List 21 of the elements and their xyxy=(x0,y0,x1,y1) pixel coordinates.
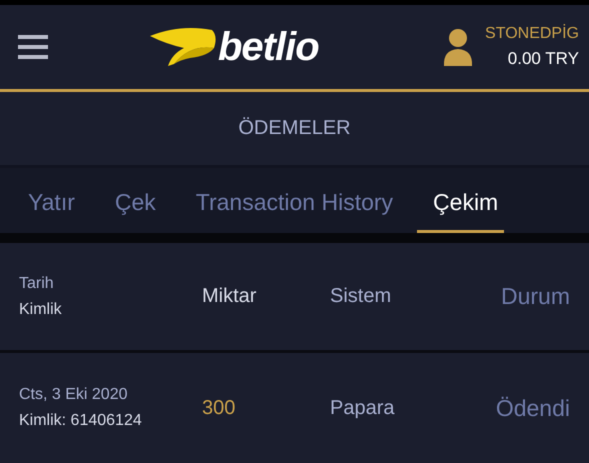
table-cell-text: Papara xyxy=(330,396,396,420)
column-header: Kimlik xyxy=(19,300,63,318)
column-header: Durum xyxy=(500,283,570,310)
table-cell: Ödendi xyxy=(496,394,570,422)
logo-text: betlio xyxy=(218,24,319,70)
balance: 0.00 TRY xyxy=(508,49,579,69)
page-title: ÖDEMELER xyxy=(238,117,351,140)
tab[interactable]: Çekim xyxy=(417,168,504,233)
tab[interactable]: Çek xyxy=(98,168,172,233)
table-cell-text: Cts, 3 Eki 2020 xyxy=(19,386,128,404)
table-cell-text: Kimlik: 61406124 xyxy=(19,412,143,430)
column-header: Miktar xyxy=(202,285,258,308)
tab[interactable]: Transaction History xyxy=(180,168,410,233)
menu-icon[interactable] xyxy=(18,33,48,61)
table-cell-text: 300 xyxy=(202,396,236,420)
username: STONEDPİG xyxy=(485,25,579,43)
logo-icon xyxy=(150,26,218,68)
tab[interactable]: Yatır xyxy=(12,168,91,233)
column-header: Tarih xyxy=(19,274,55,292)
user-icon[interactable] xyxy=(443,28,474,66)
column-header: Sistem xyxy=(330,285,392,308)
